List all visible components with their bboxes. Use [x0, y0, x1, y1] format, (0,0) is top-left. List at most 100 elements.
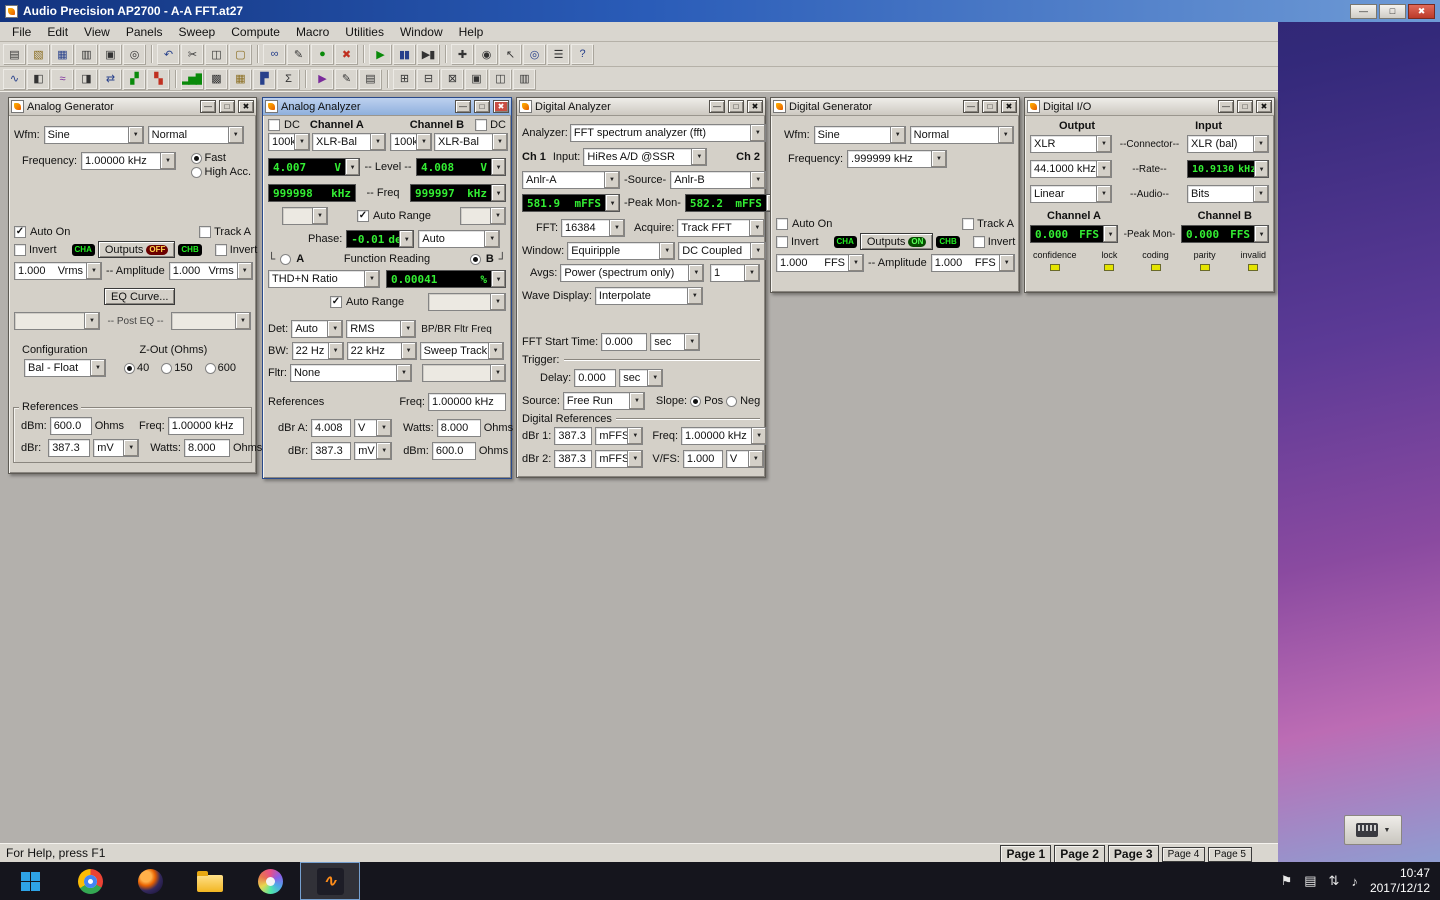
- chevron-down-icon[interactable]: [375, 420, 391, 436]
- dbr-field[interactable]: 387.3: [48, 439, 91, 457]
- chevron-down-icon[interactable]: [1254, 161, 1268, 177]
- chevron-down-icon[interactable]: [1254, 226, 1268, 242]
- tray-display-icon[interactable]: ▤: [1304, 873, 1316, 889]
- chevron-down-icon[interactable]: [227, 127, 243, 143]
- chevron-down-icon[interactable]: [294, 134, 309, 150]
- edit-macro-icon[interactable]: ✎: [287, 44, 309, 64]
- chevron-down-icon[interactable]: [395, 365, 411, 381]
- waveform-mode-combo[interactable]: Normal: [909, 126, 1014, 144]
- chevron-down-icon[interactable]: [1096, 161, 1111, 177]
- digital-generator-titlebar[interactable]: Digital Generator — □ ✖: [771, 98, 1019, 116]
- fft-size-combo[interactable]: 16384: [561, 219, 625, 237]
- post-eq-b-combo[interactable]: [171, 312, 251, 330]
- chevron-down-icon[interactable]: [659, 243, 675, 259]
- outputs-button[interactable]: Outputs ON: [859, 233, 934, 250]
- impedance-a-combo[interactable]: 100k: [268, 133, 310, 151]
- panel-analog-generator-icon[interactable]: ∿: [3, 68, 25, 89]
- abort-macro-icon[interactable]: ✖: [335, 44, 357, 64]
- digital-io-titlebar[interactable]: Digital I/O — □ ✖: [1025, 98, 1274, 116]
- fft-start-unit-combo[interactable]: sec: [650, 333, 701, 351]
- bw-high-combo[interactable]: 22 kHz: [346, 342, 417, 360]
- ref-freq-field[interactable]: 1.00000 kHz: [167, 417, 244, 435]
- panel-close-button[interactable]: ✖: [747, 100, 763, 113]
- ref-freq-combo[interactable]: 1.00000 kHz: [681, 427, 768, 445]
- amplitude-b-combo[interactable]: 1.000 Vrms: [168, 262, 253, 280]
- new-test-icon[interactable]: ▤: [3, 44, 25, 64]
- chevron-down-icon[interactable]: [688, 265, 704, 281]
- explorer-icon[interactable]: [180, 862, 240, 900]
- invert-b-checkbox[interactable]: [214, 243, 227, 256]
- high-acc-radio[interactable]: [190, 166, 202, 178]
- peak-mon-b-display[interactable]: 582.2 mFFS: [684, 194, 781, 212]
- ap2700-icon[interactable]: [300, 862, 360, 900]
- dbr-field[interactable]: 387.3: [311, 442, 352, 460]
- chevron-down-icon[interactable]: [747, 451, 763, 467]
- log-icon[interactable]: ▤: [359, 68, 381, 89]
- input-connector-combo[interactable]: XLR (bal): [1187, 135, 1269, 153]
- panel-maximize-button[interactable]: □: [1237, 100, 1253, 113]
- chevron-down-icon[interactable]: [312, 208, 327, 224]
- chevron-down-icon[interactable]: [327, 321, 343, 337]
- panel-status-bits-icon[interactable]: ▩: [205, 68, 227, 89]
- post-eq-a-combo[interactable]: [14, 312, 100, 330]
- auto-on-checkbox[interactable]: [14, 226, 26, 238]
- chevron-down-icon[interactable]: [1096, 136, 1111, 152]
- view-grid-5-icon[interactable]: ◫: [489, 68, 511, 89]
- close-button[interactable]: ✖: [1408, 3, 1435, 19]
- chevron-down-icon[interactable]: [848, 255, 863, 271]
- chevron-down-icon[interactable]: [605, 195, 619, 211]
- page-tab-4[interactable]: Page 4: [1161, 846, 1206, 862]
- filter-combo[interactable]: None: [289, 364, 412, 382]
- dbra-unit-combo[interactable]: V: [353, 419, 392, 437]
- dbr2-field[interactable]: 387.3: [554, 450, 593, 468]
- panel-maximize-button[interactable]: □: [219, 100, 235, 113]
- chevron-down-icon[interactable]: [364, 271, 379, 287]
- learn-macro-icon[interactable]: ∞: [263, 44, 285, 64]
- detector-mode-combo[interactable]: RMS: [346, 320, 417, 338]
- panel-maximize-button[interactable]: □: [982, 100, 998, 113]
- chevron-down-icon[interactable]: [691, 149, 707, 165]
- panel-close-button[interactable]: ✖: [238, 100, 254, 113]
- panel-maximize-button[interactable]: □: [474, 100, 490, 113]
- panel-graph-icon[interactable]: ▛: [253, 68, 275, 89]
- menu-view[interactable]: View: [76, 23, 118, 41]
- invert-a-checkbox[interactable]: [14, 243, 26, 256]
- invert-a-checkbox[interactable]: [776, 235, 788, 248]
- ref-freq-field[interactable]: 1.00000 kHz: [428, 393, 506, 411]
- watts-field[interactable]: 8.000: [183, 439, 230, 457]
- chevron-down-icon[interactable]: [684, 334, 700, 350]
- delay-unit-combo[interactable]: sec: [619, 369, 664, 387]
- dbr-unit-combo[interactable]: mV: [93, 439, 140, 457]
- chevron-down-icon[interactable]: ▼: [1384, 827, 1391, 834]
- function-b-radio[interactable]: [469, 253, 481, 265]
- panel-digital-generator-icon[interactable]: ≈: [51, 68, 73, 89]
- dbr2-unit-combo[interactable]: mFFS: [595, 450, 644, 468]
- panel-bargraph-icon[interactable]: ▂▅▇: [181, 68, 203, 89]
- auto-on-checkbox[interactable]: [776, 218, 788, 230]
- settings-icon[interactable]: ☰: [547, 44, 569, 64]
- chevron-down-icon[interactable]: [327, 343, 343, 359]
- run-macro-2-icon[interactable]: ▶: [311, 68, 333, 89]
- freq-b-display[interactable]: 999997 kHz: [410, 184, 506, 202]
- wave-display-combo[interactable]: Interpolate: [594, 287, 703, 305]
- window-combo[interactable]: Equiripple: [567, 242, 676, 260]
- chevron-down-icon[interactable]: [376, 443, 392, 459]
- page-tab-3[interactable]: Page 3: [1107, 845, 1159, 863]
- panel-minimize-button[interactable]: —: [709, 100, 725, 113]
- zoom-tool-icon[interactable]: ◎: [523, 44, 545, 64]
- chevron-down-icon[interactable]: [628, 393, 644, 409]
- auto-range-1-checkbox[interactable]: [356, 210, 369, 222]
- tray-flag-icon[interactable]: ⚑: [1281, 873, 1293, 889]
- chevron-down-icon[interactable]: [1253, 136, 1268, 152]
- track-a-checkbox[interactable]: [962, 218, 975, 230]
- zout-150-radio[interactable]: [161, 362, 173, 374]
- avgs-mode-combo[interactable]: Power (spectrum only): [560, 264, 705, 282]
- dbr1-unit-combo[interactable]: mFFS: [595, 427, 644, 445]
- chevron-down-icon[interactable]: [86, 263, 101, 279]
- rerun-sweep-icon[interactable]: ▶▮: [417, 44, 439, 64]
- menu-compute[interactable]: Compute: [223, 23, 288, 41]
- connector-b-combo[interactable]: XLR-Bal: [434, 133, 508, 151]
- firefox-icon[interactable]: [120, 862, 180, 900]
- phase-display[interactable]: -0.01deg: [346, 230, 415, 248]
- waveform-combo[interactable]: Sine: [813, 126, 906, 144]
